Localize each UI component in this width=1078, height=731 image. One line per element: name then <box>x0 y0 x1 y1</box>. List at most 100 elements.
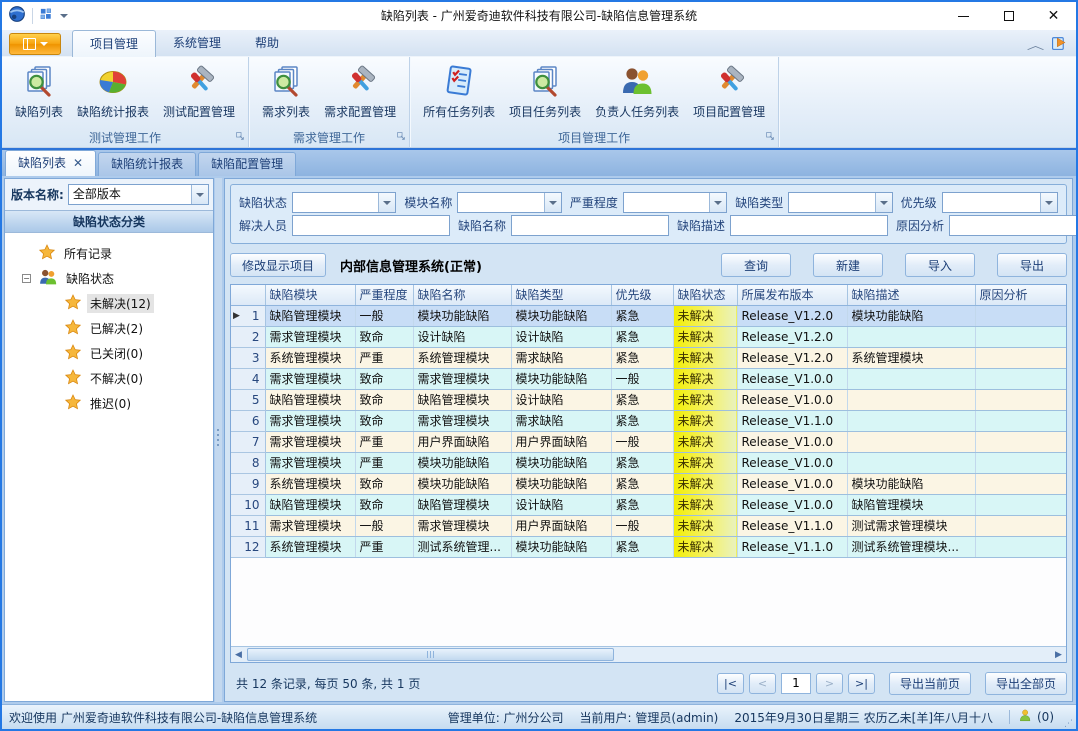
grid-cell[interactable]: 未解决 <box>673 536 737 557</box>
resize-grip-icon[interactable]: ⋰ <box>1064 719 1074 729</box>
grid-cell[interactable]: 设计缺陷 <box>511 326 611 347</box>
last-page-button[interactable]: >| <box>848 673 875 694</box>
export-all-pages-button[interactable]: 导出全部页 <box>985 672 1067 695</box>
document-tab-缺陷列表[interactable]: 缺陷列表✕ <box>5 150 96 176</box>
row-header-cell[interactable]: 7 <box>231 431 265 452</box>
grid-cell[interactable]: 未解决 <box>673 347 737 368</box>
grid-cell[interactable]: 严重 <box>355 452 413 473</box>
grid-cell[interactable]: 模块功能缺陷 <box>413 473 511 494</box>
grid-cell[interactable]: 需求缺陷 <box>511 410 611 431</box>
ribbon-button-项目任务列表[interactable]: 项目任务列表 <box>502 61 588 122</box>
row-header-cell[interactable]: 4 <box>231 368 265 389</box>
grid-cell[interactable] <box>975 347 1067 368</box>
filter-select-严重程度[interactable] <box>623 192 727 213</box>
grid-cell[interactable] <box>847 368 975 389</box>
scrollbar-thumb[interactable] <box>247 648 614 661</box>
grid-cell[interactable]: 系统管理模块 <box>847 347 975 368</box>
filter-select-caret-button[interactable] <box>875 193 892 212</box>
grid-column-header-缺陷类型[interactable]: 缺陷类型 <box>511 285 611 305</box>
ribbon-button-项目配置管理[interactable]: 项目配置管理 <box>686 61 772 122</box>
help-icon[interactable] <box>1051 35 1068 55</box>
filter-input-缺陷描述[interactable] <box>730 215 888 236</box>
grid-cell[interactable]: Release_V1.0.0 <box>737 452 847 473</box>
tab-close-icon[interactable]: ✕ <box>73 151 83 176</box>
row-header-cell[interactable]: 9 <box>231 473 265 494</box>
grid-cell[interactable]: 需求管理模块 <box>265 410 355 431</box>
ribbon-button-需求配置管理[interactable]: 需求配置管理 <box>317 61 403 122</box>
grid-cell[interactable] <box>975 410 1067 431</box>
grid-cell[interactable]: 用户界面缺陷 <box>511 515 611 536</box>
filter-select-模块名称[interactable] <box>457 192 561 213</box>
grid-cell[interactable]: 模块功能缺陷 <box>847 473 975 494</box>
ribbon-collapse-icon[interactable]: ︿ <box>1027 37 1045 53</box>
grid-cell[interactable]: 致命 <box>355 410 413 431</box>
grid-cell[interactable]: 用户界面缺陷 <box>511 431 611 452</box>
grid-cell[interactable]: 模块功能缺陷 <box>511 473 611 494</box>
filter-select-caret-button[interactable] <box>709 193 726 212</box>
grid-cell[interactable] <box>975 515 1067 536</box>
filter-select-缺陷状态[interactable] <box>292 192 396 213</box>
grid-cell[interactable]: 一般 <box>611 515 673 536</box>
grid-cell[interactable]: 系统管理模块 <box>265 473 355 494</box>
grid-cell[interactable]: 未解决 <box>673 389 737 410</box>
grid-cell[interactable]: 未解决 <box>673 305 737 326</box>
scroll-left-icon[interactable]: ◀ <box>231 648 246 662</box>
row-header-cell[interactable]: 8 <box>231 452 265 473</box>
row-header-cell[interactable]: 2 <box>231 326 265 347</box>
grid-cell[interactable]: 缺陷管理模块 <box>265 305 355 326</box>
row-header-cell[interactable]: 11 <box>231 515 265 536</box>
grid-cell[interactable]: 未解决 <box>673 326 737 347</box>
application-menu-button[interactable] <box>9 33 61 55</box>
grid-cell[interactable]: 未解决 <box>673 368 737 389</box>
grid-row-9[interactable]: 9系统管理模块致命模块功能缺陷模块功能缺陷紧急未解决Release_V1.0.0… <box>231 473 1067 494</box>
tree-item-所有记录[interactable]: 所有记录 <box>5 241 213 266</box>
grid-cell[interactable]: 未解决 <box>673 431 737 452</box>
grid-cell[interactable] <box>847 431 975 452</box>
grid-column-header-原因分析[interactable]: 原因分析 <box>975 285 1067 305</box>
grid-cell[interactable]: 紧急 <box>611 326 673 347</box>
tree-item-缺陷状态[interactable]: −缺陷状态 <box>5 266 213 291</box>
grid-cell[interactable]: 紧急 <box>611 410 673 431</box>
grid-row-5[interactable]: 5缺陷管理模块致命缺陷管理模块设计缺陷紧急未解决Release_V1.0.0 <box>231 389 1067 410</box>
grid-cell[interactable]: Release_V1.0.0 <box>737 368 847 389</box>
grid-column-header-缺陷名称[interactable]: 缺陷名称 <box>413 285 511 305</box>
grid-cell[interactable]: 缺陷管理模块 <box>413 494 511 515</box>
ribbon-button-负责人任务列表[interactable]: 负责人任务列表 <box>588 61 686 122</box>
grid-cell[interactable]: 需求管理模块 <box>265 452 355 473</box>
grid-cell[interactable]: 模块功能缺陷 <box>511 305 611 326</box>
row-header-cell[interactable]: ▶1 <box>231 305 265 326</box>
grid-cell[interactable]: 紧急 <box>611 305 673 326</box>
grid-cell[interactable]: 紧急 <box>611 452 673 473</box>
grid-column-header-缺陷状态[interactable]: 缺陷状态 <box>673 285 737 305</box>
grid-cell[interactable]: Release_V1.2.0 <box>737 305 847 326</box>
grid-column-header-缺陷描述[interactable]: 缺陷描述 <box>847 285 975 305</box>
document-tab-缺陷统计报表[interactable]: 缺陷统计报表 <box>98 152 196 176</box>
grid-cell[interactable]: Release_V1.0.0 <box>737 389 847 410</box>
grid-cell[interactable]: 测试系统管理... <box>413 536 511 557</box>
grid-cell[interactable]: 严重 <box>355 431 413 452</box>
grid-cell[interactable] <box>975 452 1067 473</box>
grid-cell[interactable] <box>975 494 1067 515</box>
filter-select-缺陷类型[interactable] <box>788 192 892 213</box>
grid-cell[interactable]: 致命 <box>355 494 413 515</box>
import-button[interactable]: 导入 <box>905 253 975 277</box>
grid-column-header-所属发布版本[interactable]: 所属发布版本 <box>737 285 847 305</box>
grid-cell[interactable]: Release_V1.2.0 <box>737 347 847 368</box>
grid-cell[interactable]: 模块功能缺陷 <box>511 368 611 389</box>
grid-row-8[interactable]: 8需求管理模块严重模块功能缺陷模块功能缺陷紧急未解决Release_V1.0.0 <box>231 452 1067 473</box>
grid-cell[interactable]: 严重 <box>355 347 413 368</box>
grid-cell[interactable]: 一般 <box>355 305 413 326</box>
grid-cell[interactable]: 致命 <box>355 326 413 347</box>
grid-cell[interactable]: 用户界面缺陷 <box>413 431 511 452</box>
grid-cell[interactable]: 模块功能缺陷 <box>511 452 611 473</box>
grid-cell[interactable]: 致命 <box>355 389 413 410</box>
grid-cell[interactable]: 需求缺陷 <box>511 347 611 368</box>
grid-row-6[interactable]: 6需求管理模块致命需求管理模块需求缺陷紧急未解决Release_V1.1.0 <box>231 410 1067 431</box>
filter-select-caret-button[interactable] <box>1040 193 1057 212</box>
horizontal-scrollbar[interactable]: ◀ ▶ <box>231 646 1066 662</box>
grid-cell[interactable]: 紧急 <box>611 494 673 515</box>
page-number-input[interactable] <box>781 673 811 694</box>
grid-cell[interactable]: 模块功能缺陷 <box>413 305 511 326</box>
filter-select-caret-button[interactable] <box>378 193 395 212</box>
first-page-button[interactable]: |< <box>717 673 744 694</box>
